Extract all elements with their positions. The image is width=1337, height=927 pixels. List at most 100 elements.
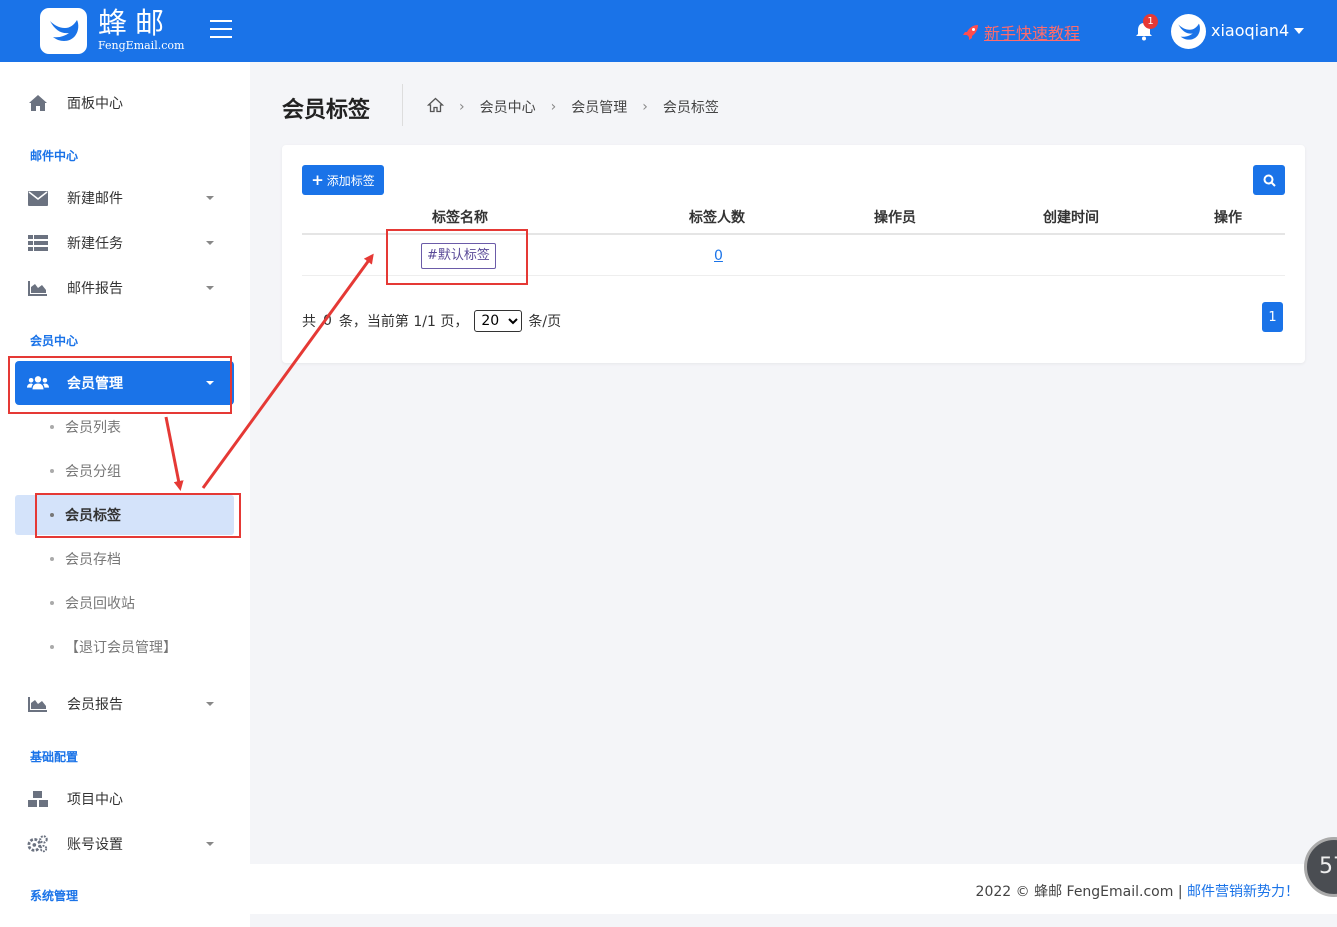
breadcrumb-separator-icon: › [550,99,557,115]
brand-name: 蜂邮 FengEmail.com [98,6,184,52]
add-tag-label: 添加标签 [326,173,375,188]
search-button[interactable] [1253,165,1285,195]
avatar[interactable] [1171,14,1206,49]
breadcrumb-item-current: 会员标签 [662,100,719,116]
bullet-icon [50,601,54,605]
footer-copyright: 2022 © 蜂邮 FengEmail.com | [975,884,1187,900]
column-header-actions: 操作 [1214,210,1242,226]
sidebar-item-project-center[interactable]: 项目中心 [15,777,234,821]
sidebar-item-new-task[interactable]: 新建任务 [15,221,234,265]
top-header: 蜂邮 FengEmail.com 新手快速教程 1 xiaoqian4 [0,0,1337,62]
breadcrumb-separator-icon: › [642,99,648,115]
menu-toggle-icon[interactable] [210,20,232,40]
sidebar-item-label: 会员报告 [67,697,123,713]
sidebar-subitem-label: 会员标签 [65,508,121,524]
pager-middle: 条，当前第 1/1 页， [338,314,469,330]
tutorial-label: 新手快速教程 [984,24,1081,43]
sidebar-subitem-member-group[interactable]: 会员分组 [15,451,234,491]
bird-logo-icon[interactable] [40,8,87,54]
sidebar-item-member-report[interactable]: 会员报告 [15,682,234,726]
sidebar-subitem-label: 会员回收站 [65,596,135,612]
sidebar-subitem-label: 会员分组 [65,464,121,480]
bullet-icon [50,425,54,429]
footer-text: 2022 © 蜂邮 FengEmail.com | 邮件营销新势力！ [976,881,1299,901]
chevron-down-icon [1294,27,1305,34]
pager-total: 0 [323,313,332,329]
pagination-info: 共 0 条，当前第 1/1 页， 20 条/页 [302,310,561,332]
tag-badge[interactable]: #默认标签 [421,243,496,269]
page-size-select[interactable]: 20 [474,310,523,332]
rocket-icon [963,25,978,40]
sidebar-subitem-member-tags[interactable]: 会员标签 [15,495,234,535]
sidebar-item-dashboard[interactable]: 面板中心 [15,81,234,125]
notification-badge: 1 [1143,14,1158,29]
sidebar-item-label: 邮件报告 [67,281,123,297]
sidebar-subitem-member-list[interactable]: 会员列表 [15,407,234,447]
sidebar-subitem-member-recycle[interactable]: 会员回收站 [15,583,234,623]
sidebar-item-label: 新建任务 [67,236,123,252]
search-icon [1263,174,1276,187]
user-menu[interactable]: xiaoqian4 [1211,21,1305,40]
area-chart-icon [27,694,49,714]
breadcrumb-item[interactable]: 会员管理 [571,97,627,117]
bullet-icon [50,513,54,517]
add-tag-button[interactable]: + 添加标签 [302,165,384,195]
sidebar-subitem-label: 会员列表 [65,420,121,436]
section-member-center: 会员中心 [30,334,79,348]
envelope-icon [27,188,49,208]
brand-chinese: 蜂邮 [98,6,173,40]
caret-down-icon [206,381,214,385]
column-header-operator[interactable]: 操作员 [874,207,916,227]
tag-count-link[interactable]: 0 [714,248,723,264]
sidebar-subitem-member-archive[interactable]: 会员存档 [15,539,234,579]
pager-suffix: 条/页 [528,314,562,330]
table-row-divider [302,275,1285,276]
sidebar-subitem-unsubscribe[interactable]: 【退订会员管理】 [15,627,234,667]
bullet-icon [50,469,54,473]
column-header-tag-count[interactable]: 标签人数 [689,207,745,227]
sidebar-item-member-management[interactable]: 会员管理 [15,361,234,405]
sidebar-item-label: 会员管理 [67,376,123,392]
sidebar-item-label: 项目中心 [67,792,123,808]
column-header-tag-name[interactable]: 标签名称 [432,207,488,227]
caret-down-icon [206,286,214,290]
caret-down-icon [206,842,214,846]
sidebar-item-label: 新建邮件 [67,191,123,207]
boxes-icon [27,789,49,809]
username-label: xiaoqian4 [1211,21,1290,40]
sidebar-subitem-label: 会员存档 [65,552,121,568]
breadcrumb-item[interactable]: 会员中心 [480,97,536,117]
area-chart-icon [27,278,49,298]
sidebar-item-account-settings[interactable]: 账号设置 [15,822,234,866]
page-title: 会员标签 [282,98,371,123]
home-icon [27,93,49,113]
column-header-created-time[interactable]: 创建时间 [1043,207,1099,227]
table-header-divider [302,233,1285,235]
section-system-management: 系统管理 [30,889,79,903]
caret-down-icon [206,241,214,245]
section-mail-center: 邮件中心 [30,149,79,163]
footer-slogan-link[interactable]: 邮件营销新势力！ [1187,884,1299,900]
list-icon [27,233,49,253]
sidebar-item-new-mail[interactable]: 新建邮件 [15,176,234,220]
section-basic-config: 基础配置 [30,750,79,764]
sidebar-item-label: 账号设置 [67,837,123,853]
caret-down-icon [206,702,214,706]
gears-icon [27,834,49,854]
brand-english: FengEmail.com [98,39,185,52]
sidebar-item-mail-report[interactable]: 邮件报告 [15,266,234,310]
breadcrumb-separator-icon: › [459,99,465,115]
page-button-current[interactable]: 1 [1262,302,1283,332]
sidebar-item-label: 面板中心 [67,96,123,112]
sidebar-subitem-label: 【退订会员管理】 [65,640,177,656]
home-icon[interactable] [426,97,445,117]
plus-icon: + [311,170,324,189]
pager-prefix: 共 [302,314,316,330]
tutorial-link[interactable]: 新手快速教程 [962,20,1080,44]
bullet-icon [50,557,54,561]
caret-down-icon [206,196,214,200]
users-icon [27,373,49,393]
title-divider [402,84,403,126]
bullet-icon [50,645,54,649]
breadcrumb: › 会员中心 › 会员管理 › 会员标签 [426,97,719,117]
